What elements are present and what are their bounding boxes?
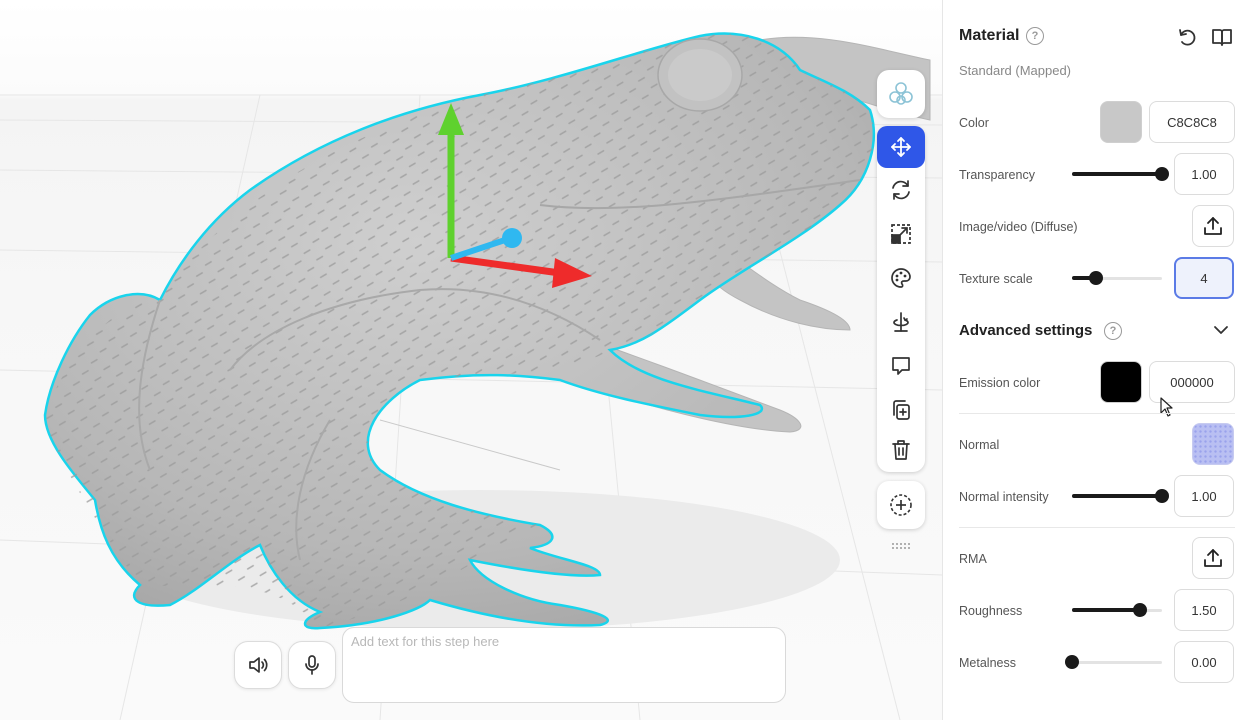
comment-tool-button[interactable]	[879, 346, 923, 386]
palette-icon	[891, 268, 911, 288]
advanced-help-icon[interactable]: ?	[1104, 322, 1122, 340]
material-title: Material	[959, 27, 1020, 44]
roughness-value[interactable]: 1.50	[1174, 589, 1234, 631]
rotate-icon	[892, 180, 910, 200]
speaker-icon	[249, 657, 268, 673]
reset-button[interactable]	[1176, 26, 1198, 53]
roughness-slider[interactable]	[1072, 602, 1162, 618]
step-text-box[interactable]	[342, 627, 786, 703]
normal-intensity-label: Normal intensity	[959, 490, 1049, 504]
models-button[interactable]	[877, 70, 925, 118]
rma-upload-button[interactable]	[1192, 537, 1234, 579]
rotate-tool-button[interactable]	[879, 170, 923, 210]
normal-intensity-slider-knob[interactable]	[1155, 489, 1169, 503]
material-type[interactable]: Standard (Mapped)	[959, 63, 1071, 78]
diffuse-upload-button[interactable]	[1192, 205, 1234, 247]
step-text-input[interactable]	[351, 634, 777, 696]
duplicate-tool-button[interactable]	[879, 390, 923, 430]
divider	[959, 413, 1235, 414]
trash-icon	[892, 440, 910, 460]
pivot-tool-button[interactable]	[879, 302, 923, 342]
emission-color-swatch[interactable]	[1100, 361, 1142, 403]
color-label: Color	[959, 116, 989, 130]
transparency-label: Transparency	[959, 168, 1035, 182]
drag-handle-icon[interactable]	[891, 542, 911, 550]
pivot-icon	[893, 312, 909, 332]
move-tool-button[interactable]	[877, 126, 925, 168]
transparency-value[interactable]: 1.00	[1174, 153, 1234, 195]
scene-canvas[interactable]	[0, 0, 942, 720]
normal-intensity-slider[interactable]	[1072, 488, 1169, 504]
upload-icon	[1204, 549, 1222, 567]
metalness-slider[interactable]	[1065, 654, 1162, 670]
properties-panel: Material ? Standard (Mapped) Color C8C8C…	[942, 0, 1236, 720]
advanced-settings-title[interactable]: Advanced settings	[959, 322, 1092, 339]
3d-viewport[interactable]	[0, 0, 942, 720]
normal-map-thumbnail[interactable]	[1192, 423, 1234, 465]
cluster-icon	[889, 82, 913, 105]
advanced-collapse-button[interactable]	[1211, 320, 1231, 345]
duplicate-icon	[893, 400, 910, 420]
diffuse-label: Image/video (Diffuse)	[959, 220, 1078, 234]
roughness-label: Roughness	[959, 604, 1023, 618]
normal-intensity-value[interactable]: 1.00	[1174, 475, 1234, 517]
texture-scale-value[interactable]: 4	[1174, 257, 1234, 299]
microphone-icon	[305, 655, 319, 675]
material-tool-button[interactable]	[879, 258, 923, 298]
texture-scale-slider-knob[interactable]	[1089, 271, 1104, 285]
texture-scale-slider[interactable]	[1072, 270, 1162, 286]
divider	[959, 527, 1235, 528]
metalness-value[interactable]: 0.00	[1174, 641, 1234, 683]
transparency-slider[interactable]	[1072, 166, 1169, 182]
transparency-slider-knob[interactable]	[1155, 167, 1169, 181]
microphone-button[interactable]	[288, 641, 336, 689]
sound-button[interactable]	[234, 641, 282, 689]
roughness-slider-knob[interactable]	[1132, 603, 1147, 617]
metalness-slider-knob[interactable]	[1065, 655, 1079, 669]
color-swatch[interactable]	[1100, 101, 1142, 143]
material-help-icon[interactable]: ?	[1026, 27, 1044, 45]
delete-tool-button[interactable]	[879, 430, 923, 470]
mouse-cursor-icon	[1160, 397, 1173, 417]
add-hotspot-button[interactable]	[877, 481, 925, 529]
chevron-down-icon	[1214, 326, 1228, 334]
undo-icon	[1179, 29, 1196, 46]
rma-label: RMA	[959, 552, 987, 566]
metalness-label: Metalness	[959, 656, 1016, 670]
move-icon	[891, 137, 911, 157]
book-icon	[1212, 29, 1232, 46]
color-hex-field[interactable]: C8C8C8	[1149, 101, 1235, 143]
upload-icon	[1204, 217, 1222, 235]
scale-tool-button[interactable]	[879, 214, 923, 254]
comment-icon	[892, 357, 910, 375]
normal-label: Normal	[959, 438, 1000, 452]
scale-icon	[891, 224, 911, 244]
transform-toolbar	[877, 126, 925, 472]
emission-color-label: Emission color	[959, 376, 1041, 390]
gizmo-z-handle[interactable]	[502, 228, 522, 248]
texture-scale-label: Texture scale	[959, 272, 1033, 286]
docs-button[interactable]	[1211, 26, 1233, 53]
add-circle-icon	[890, 494, 912, 516]
